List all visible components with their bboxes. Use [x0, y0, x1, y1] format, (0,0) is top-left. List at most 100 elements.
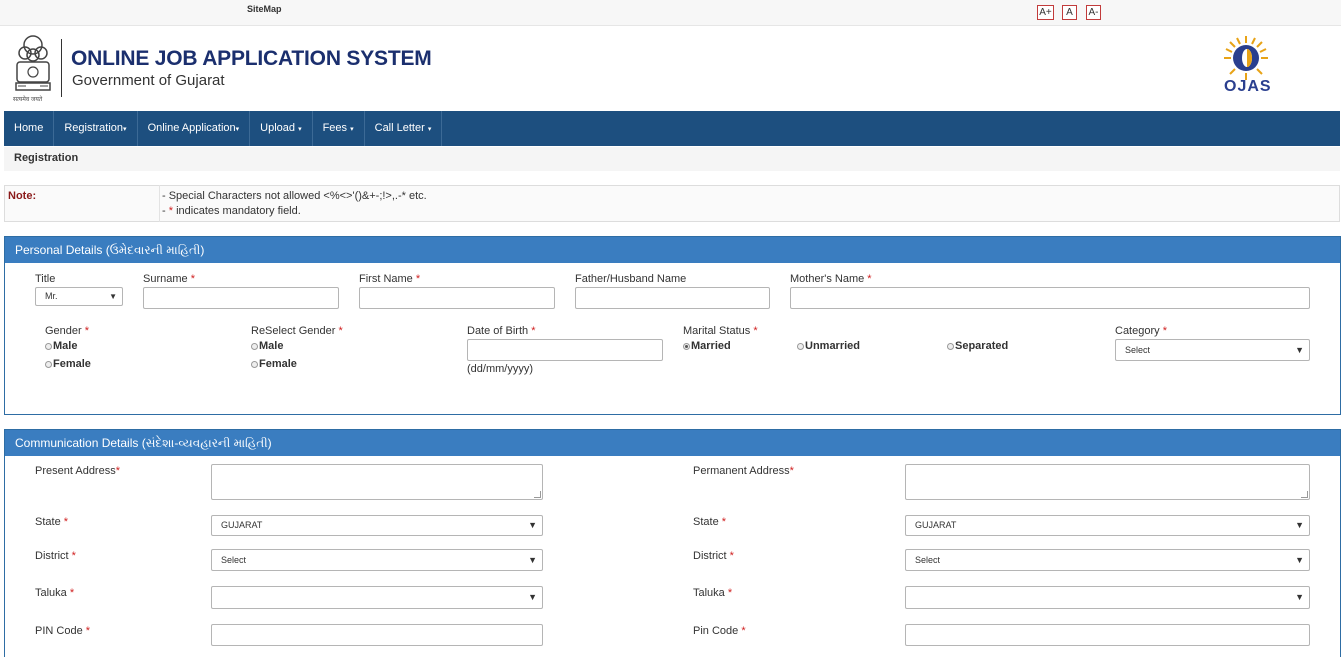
reselect-gender-male-label: Male — [259, 340, 284, 352]
radio-circle-icon — [45, 342, 52, 350]
font-increase-button[interactable]: A+ — [1037, 5, 1054, 20]
required-marker: * — [63, 516, 69, 528]
required-marker: * — [531, 325, 536, 337]
required-marker: * — [727, 587, 733, 599]
permanent-address-textarea[interactable] — [905, 464, 1310, 500]
gender-female-label: Female — [53, 358, 91, 370]
father-husband-name-input[interactable] — [575, 287, 770, 309]
surname-input[interactable] — [143, 287, 339, 309]
permanent-taluka-select[interactable]: ▼ — [905, 586, 1310, 609]
ojas-logo: OJAS — [1218, 34, 1274, 98]
permanent-pin-input[interactable] — [905, 624, 1310, 646]
nav-home[interactable]: Home — [4, 111, 55, 146]
personal-details-heading: Personal Details (ઉમેદવારની માહિતી) — [5, 237, 1340, 263]
radio-circle-icon — [251, 360, 258, 368]
present-district-label-text: District — [35, 550, 69, 562]
required-marker: * — [190, 273, 195, 285]
marital-unmarried-label: Unmarried — [805, 340, 861, 352]
first-name-label: First Name * — [359, 273, 420, 285]
gender-label-text: Gender — [45, 325, 82, 337]
first-name-input[interactable] — [359, 287, 555, 309]
nav-call-letter-label: Call Letter — [374, 122, 425, 134]
marital-separated-radio[interactable]: Separated — [947, 340, 1008, 352]
permanent-district-label: District * — [693, 550, 734, 562]
dropdown-arrow-icon: ▼ — [528, 555, 537, 565]
required-marker: * — [71, 550, 76, 562]
dob-format-hint: (dd/mm/yyyy) — [467, 363, 533, 375]
present-district-select[interactable]: Select ▼ — [211, 549, 543, 571]
nav-registration-label: Registration — [64, 122, 124, 134]
gender-male-radio[interactable]: Male — [45, 340, 77, 352]
marital-status-label-text: Marital Status — [683, 325, 751, 337]
required-marker: * — [789, 465, 794, 477]
required-marker: * — [721, 516, 727, 528]
required-marker: * — [729, 550, 734, 562]
permanent-taluka-label-text: Taluka — [693, 587, 725, 599]
marital-unmarried-radio[interactable]: Unmarried — [797, 340, 860, 352]
nav-fees[interactable]: Fees ▾ — [313, 111, 365, 146]
required-marker: * — [753, 325, 758, 337]
required-marker: * — [1162, 325, 1167, 337]
title-select[interactable]: Mr. ▼ — [35, 287, 123, 306]
sitemap-link[interactable]: SiteMap — [247, 4, 282, 14]
title-label: Title — [35, 273, 56, 285]
caret-down-icon: ▾ — [298, 126, 302, 133]
present-pin-input[interactable] — [211, 624, 543, 646]
required-marker: * — [415, 273, 421, 285]
font-normal-button[interactable]: A — [1062, 5, 1077, 20]
present-taluka-label-text: Taluka — [35, 587, 67, 599]
mother-name-label: Mother's Name * — [790, 273, 872, 285]
header-divider — [61, 39, 62, 97]
dob-label-text: Date of Birth — [467, 325, 529, 337]
permanent-taluka-label: Taluka * — [693, 587, 732, 599]
required-marker: * — [69, 587, 75, 599]
radio-circle-icon — [947, 342, 954, 350]
category-select-value: Select — [1125, 345, 1151, 355]
resize-grip-icon[interactable] — [534, 491, 541, 498]
reselect-gender-female-radio[interactable]: Female — [251, 358, 297, 370]
nav-online-application[interactable]: Online Application▾ — [138, 111, 251, 146]
permanent-state-select[interactable]: GUJARAT ▼ — [905, 515, 1310, 536]
permanent-address-label: Permanent Address* — [693, 465, 794, 477]
reselect-gender-male-radio[interactable]: Male — [251, 340, 283, 352]
gender-female-radio[interactable]: Female — [45, 358, 91, 370]
category-label-text: Category — [1115, 325, 1160, 337]
ojas-logo-text: OJAS — [1224, 78, 1272, 95]
reselect-gender-female-label: Female — [259, 358, 297, 370]
dropdown-arrow-icon: ▼ — [109, 292, 117, 301]
communication-details-heading: Communication Details (સંદેશા-વ્યવહારની … — [5, 430, 1340, 456]
marital-married-radio[interactable]: Married — [683, 340, 731, 352]
nav-call-letter[interactable]: Call Letter ▾ — [365, 111, 443, 146]
note-special-characters: - Special Characters not allowed <%<>'()… — [162, 190, 427, 202]
category-select[interactable]: Select ▼ — [1115, 339, 1310, 361]
present-taluka-select[interactable]: ▼ — [211, 586, 543, 609]
dob-label: Date of Birth * — [467, 325, 535, 337]
font-decrease-button[interactable]: A- — [1086, 5, 1101, 20]
present-state-label: State * — [35, 516, 68, 528]
dob-input[interactable] — [467, 339, 663, 361]
breadcrumb-bar — [4, 147, 1340, 171]
nav-registration[interactable]: Registration▾ — [54, 111, 138, 146]
permanent-district-select[interactable]: Select ▼ — [905, 549, 1310, 571]
surname-label: Surname * — [143, 273, 195, 285]
present-address-textarea[interactable] — [211, 464, 543, 500]
note-divider — [159, 185, 160, 222]
mother-name-label-text: Mother's Name — [790, 273, 865, 285]
required-marker: * — [338, 325, 343, 337]
resize-grip-icon[interactable] — [1301, 491, 1308, 498]
dropdown-arrow-icon: ▼ — [1295, 345, 1304, 355]
present-address-label-text: Present Address — [35, 465, 116, 477]
mother-name-input[interactable] — [790, 287, 1310, 309]
reselect-gender-label: ReSelect Gender * — [251, 325, 343, 337]
dropdown-arrow-icon: ▼ — [528, 592, 537, 602]
present-state-select[interactable]: GUJARAT ▼ — [211, 515, 543, 536]
marital-status-label: Marital Status * — [683, 325, 758, 337]
permanent-district-select-value: Select — [915, 555, 941, 565]
nav-online-application-label: Online Application — [147, 122, 236, 134]
title-select-value: Mr. — [45, 291, 58, 301]
note-mandatory-prefix: - — [162, 205, 169, 217]
permanent-district-label-text: District — [693, 550, 727, 562]
caret-down-icon: ▾ — [235, 126, 240, 133]
nav-upload[interactable]: Upload ▾ — [250, 111, 313, 146]
permanent-address-label-text: Permanent Address — [693, 465, 790, 477]
